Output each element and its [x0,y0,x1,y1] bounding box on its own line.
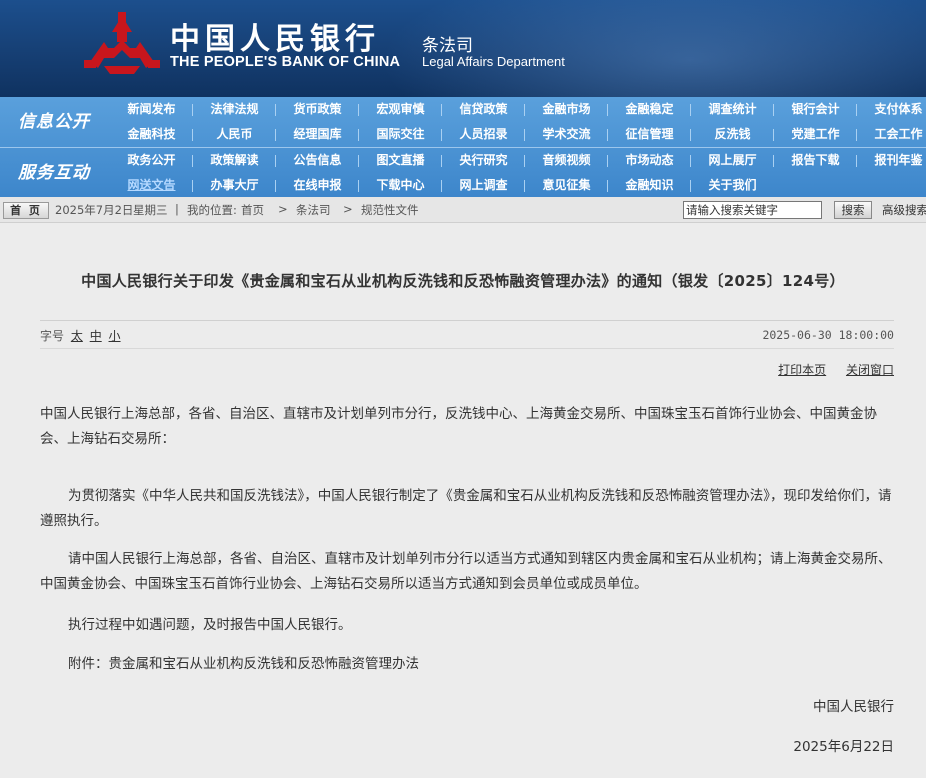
nav-item[interactable]: 关于我们 [691,173,774,198]
font-size-small[interactable]: 小 [109,329,121,343]
dept-name-cn: 条法司 [422,36,473,56]
nav-item[interactable]: 信贷政策 [442,97,525,122]
nav-item[interactable]: 金融市场 [525,97,608,122]
nav-item[interactable]: 网上调查 [442,173,525,198]
nav-row-2: 金融科技 人民币 经理国库 国际交往 人员招录 学术交流 征信管理 反洗钱 党建… [110,122,926,147]
signature: 中国人民银行 [813,699,894,715]
nav-item[interactable]: 党建工作 [774,122,857,147]
nav-item[interactable]: 新闻发布 [110,97,193,122]
nav-item[interactable]: 下载中心 [359,173,442,198]
breadcrumb-home[interactable]: 首页 [241,202,264,218]
publish-time: 2025-06-30 18:00:00 [762,328,894,342]
nav-row-4: 网送文告 办事大厅 在线申报 下载中心 网上调查 意见征集 金融知识 关于我们 [110,173,774,198]
nav-item[interactable]: 支付体系 [857,97,926,122]
nav-item[interactable]: 金融知识 [608,173,691,198]
search-button[interactable]: 搜索 [834,201,872,219]
nav-row-3: 政务公开 政策解读 公告信息 图文直播 央行研究 音频视频 市场动态 网上展厅 … [110,148,926,173]
nav-item[interactable]: 银行会计 [774,97,857,122]
nav-item[interactable]: 宏观审慎 [359,97,442,122]
main-nav: 信息公开 新闻发布 法律法规 货币政策 宏观审慎 信贷政策 金融市场 金融稳定 … [0,97,926,197]
pboc-logo-icon[interactable] [84,12,160,78]
body-paragraph-1: 为贯彻落实《中华人民共和国反洗钱法》，中国人民银行制定了《贵金属和宝石从业机构反… [40,488,892,529]
nav-item[interactable]: 报刊年鉴 [857,148,926,173]
nav-item[interactable]: 政策解读 [193,148,276,173]
breadcrumb-sep: > [343,202,353,216]
sign-date: 2025年6月22日 [793,739,894,755]
title-divider [40,320,894,321]
attachment-line: 附件：贵金属和宝石从业机构反洗钱和反恐怖融资管理办法 [68,656,419,672]
article-title: 中国人民银行关于印发《贵金属和宝石从业机构反洗钱和反恐怖融资管理办法》的通知（银… [81,272,845,290]
close-window-link[interactable]: 关闭窗口 [846,363,894,377]
breadcrumb-sep: > [278,202,288,216]
nav-item[interactable]: 工会工作 [857,122,926,147]
separator: | [175,202,179,216]
nav-item[interactable]: 公告信息 [276,148,359,173]
addressee-paragraph: 中国人民银行上海总部，各省、自治区、直辖市及计划单列市分行，反洗钱中心、上海黄金… [40,406,877,447]
nav-item-active[interactable]: 网送文告 [110,173,193,198]
breadcrumb-dept[interactable]: 条法司 [296,202,331,218]
nav-item[interactable]: 音频视频 [525,148,608,173]
bank-name-en: THE PEOPLE'S BANK OF CHINA [170,54,401,70]
body-paragraph-3: 执行过程中如遇问题，及时报告中国人民银行。 [68,617,352,633]
article-actions: 打印本页 关闭窗口 [762,361,894,378]
nav-item[interactable]: 经理国库 [276,122,359,147]
print-link[interactable]: 打印本页 [778,363,826,377]
nav-item[interactable]: 货币政策 [276,97,359,122]
current-date: 2025年7月2日 [55,203,134,217]
nav-item[interactable]: 网上展厅 [691,148,774,173]
dept-name-en: Legal Affairs Department [422,54,565,69]
nav-item[interactable]: 国际交往 [359,122,442,147]
nav-item[interactable]: 市场动态 [608,148,691,173]
advanced-search-link[interactable]: 高级搜索 [882,202,926,218]
nav-item[interactable]: 调查统计 [691,97,774,122]
site-header: 中国人民银行 THE PEOPLE'S BANK OF CHINA 条法司 Le… [0,0,926,97]
bank-name-cn: 中国人民银行 [170,22,380,57]
nav-item[interactable]: 报告下载 [774,148,857,173]
nav-item[interactable]: 金融稳定 [608,97,691,122]
font-size-medium[interactable]: 中 [90,329,102,343]
location-prefix: 我的位置: [187,203,237,217]
font-size-label: 字号 [40,329,65,343]
nav-item[interactable]: 央行研究 [442,148,525,173]
nav-item[interactable]: 金融科技 [110,122,193,147]
breadcrumb-category[interactable]: 规范性文件 [361,202,419,218]
home-button[interactable]: 首 页 [3,202,49,219]
nav-section-title-service: 服务互动 [18,163,90,183]
nav-section-service: 服务互动 政务公开 政策解读 公告信息 图文直播 央行研究 音频视频 市场动态 … [0,147,926,197]
body-paragraph-2: 请中国人民银行上海总部，各省、自治区、直辖市及计划单列市分行以适当方式通知到辖区… [40,551,892,592]
nav-row-1: 新闻发布 法律法规 货币政策 宏观审慎 信贷政策 金融市场 金融稳定 调查统计 … [110,97,926,122]
nav-item[interactable]: 政务公开 [110,148,193,173]
nav-item[interactable]: 人员招录 [442,122,525,147]
nav-item[interactable]: 法律法规 [193,97,276,122]
nav-item[interactable]: 办事大厅 [193,173,276,198]
nav-item[interactable]: 学术交流 [525,122,608,147]
meta-divider [40,348,894,349]
nav-item[interactable]: 意见征集 [525,173,608,198]
location-bar: 首 页 2025年7月2日 星期三 | 我的位置: 首页 > 条法司 > 规范性… [0,197,926,223]
current-weekday: 星期三 [133,203,168,217]
nav-item[interactable]: 反洗钱 [691,122,774,147]
search-input[interactable]: 请输入搜索关键字 [683,201,822,219]
nav-item[interactable]: 征信管理 [608,122,691,147]
nav-item[interactable]: 图文直播 [359,148,442,173]
nav-item[interactable]: 在线申报 [276,173,359,198]
font-size-large[interactable]: 太 [71,329,83,343]
nav-section-title-info: 信息公开 [18,112,90,132]
font-size-controls: 字号 太 中 小 [40,327,121,344]
nav-section-info: 信息公开 新闻发布 法律法规 货币政策 宏观审慎 信贷政策 金融市场 金融稳定 … [0,97,926,147]
nav-item[interactable]: 人民币 [193,122,276,147]
